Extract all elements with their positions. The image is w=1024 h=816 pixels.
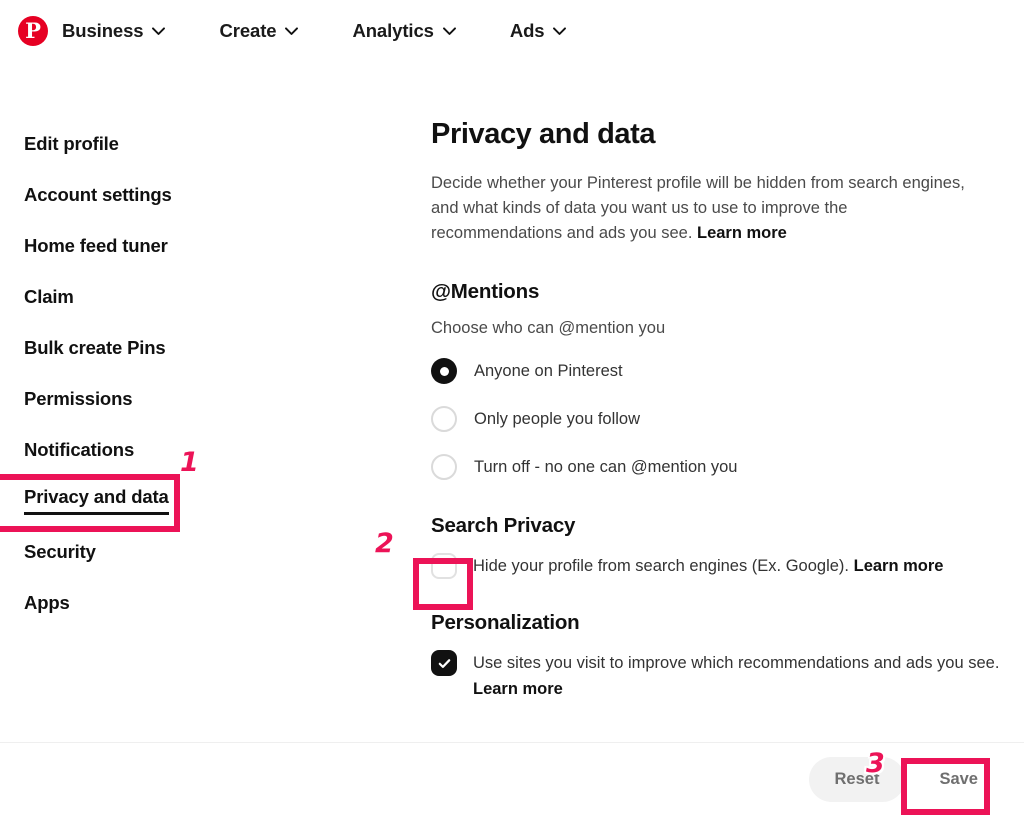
personalization-label: Use sites you visit to improve which rec… <box>473 650 1011 702</box>
sidebar-item-label: Apps <box>24 591 70 613</box>
mentions-option-only-people-you-follow[interactable]: Only people you follow <box>431 406 1011 432</box>
pinterest-settings-page: P Business Create Analytics Ads Edit pro… <box>0 0 1024 816</box>
personalization-label-text: Use sites you visit to improve which rec… <box>473 654 1000 672</box>
nav-item-analytics-label: Analytics <box>352 20 434 41</box>
search-privacy-row[interactable]: Hide your profile from search engines (E… <box>431 553 1011 579</box>
search-privacy-label: Hide your profile from search engines (E… <box>473 553 943 579</box>
radio-button-unselected[interactable] <box>431 454 457 480</box>
mentions-section-title: @Mentions <box>431 280 540 303</box>
search-privacy-section-title: Search Privacy <box>431 514 576 537</box>
mentions-option-anyone-on-pinterest[interactable]: Anyone on Pinterest <box>431 358 1011 384</box>
reset-button[interactable]: Reset <box>808 757 906 802</box>
nav-item-analytics[interactable]: Analytics <box>352 20 456 42</box>
checkmark-icon <box>438 658 450 668</box>
nav-item-business-label: Business <box>62 20 144 41</box>
sidebar-item-apps[interactable]: Apps <box>0 577 400 628</box>
sidebar-item-edit-profile[interactable]: Edit profile <box>0 118 400 169</box>
mentions-option-label: Only people you follow <box>474 409 641 428</box>
sidebar-item-privacy-and-data[interactable]: Privacy and data <box>0 475 400 526</box>
chevron-down-icon <box>285 26 299 36</box>
sidebar-item-label: Bulk create Pins <box>24 336 166 358</box>
learn-more-link[interactable]: Learn more <box>473 680 563 698</box>
settings-sidebar: Edit profile Account settings Home feed … <box>0 118 400 628</box>
personalization-section-title: Personalization <box>431 611 580 634</box>
sidebar-item-home-feed-tuner[interactable]: Home feed tuner <box>0 220 400 271</box>
sidebar-item-label: Claim <box>24 285 74 307</box>
learn-more-link[interactable]: Learn more <box>854 557 944 575</box>
sidebar-item-label: Permissions <box>24 387 133 409</box>
sidebar-item-label: Privacy and data <box>24 486 169 515</box>
nav-item-ads[interactable]: Ads <box>510 20 567 42</box>
search-privacy-section: Search Privacy Hide your profile from se… <box>431 514 1011 579</box>
nav-item-business[interactable]: Business <box>62 20 166 42</box>
sidebar-item-label: Notifications <box>24 438 135 460</box>
page-description: Decide whether your Pinterest profile wi… <box>431 171 976 246</box>
sidebar-item-label: Edit profile <box>24 132 119 154</box>
nav-item-ads-label: Ads <box>509 20 545 41</box>
learn-more-link[interactable]: Learn more <box>697 224 787 242</box>
sidebar-item-security[interactable]: Security <box>0 526 400 577</box>
sidebar-item-claim[interactable]: Claim <box>0 271 400 322</box>
nav-item-create-label: Create <box>219 20 277 41</box>
footer-action-bar: Reset Save <box>0 742 1024 816</box>
sidebar-item-bulk-create-pins[interactable]: Bulk create Pins <box>0 322 400 373</box>
radio-button-selected[interactable] <box>431 358 457 384</box>
mentions-section-subtitle: Choose who can @mention you <box>431 319 666 337</box>
sidebar-item-permissions[interactable]: Permissions <box>0 373 400 424</box>
chevron-down-icon <box>442 26 456 36</box>
personalization-section: Personalization Use sites you visit to i… <box>431 611 1011 702</box>
sidebar-item-label: Account settings <box>24 183 172 205</box>
chevron-down-icon <box>553 26 567 36</box>
save-button[interactable]: Save <box>917 757 1000 802</box>
personalization-checkbox[interactable] <box>431 650 457 676</box>
mentions-section: @Mentions Choose who can @mention you An… <box>431 280 1011 480</box>
mentions-option-label: Anyone on Pinterest <box>474 361 623 380</box>
settings-main-panel: Privacy and data Decide whether your Pin… <box>431 118 1011 702</box>
search-privacy-label-text: Hide your profile from search engines (E… <box>473 557 850 575</box>
pinterest-logo-letter: P <box>25 18 41 43</box>
chevron-down-icon <box>152 26 166 36</box>
sidebar-item-label: Home feed tuner <box>24 234 168 256</box>
radio-button-unselected[interactable] <box>431 406 457 432</box>
mentions-option-turn-off[interactable]: Turn off - no one can @mention you <box>431 454 1011 480</box>
personalization-row[interactable]: Use sites you visit to improve which rec… <box>431 650 1011 702</box>
sidebar-item-notifications[interactable]: Notifications <box>0 424 400 475</box>
page-title: Privacy and data <box>431 118 656 150</box>
search-privacy-checkbox[interactable] <box>431 553 457 579</box>
sidebar-item-account-settings[interactable]: Account settings <box>0 169 400 220</box>
nav-item-create[interactable]: Create <box>219 20 299 42</box>
pinterest-logo-icon[interactable]: P <box>18 16 48 46</box>
mentions-option-label: Turn off - no one can @mention you <box>474 457 738 476</box>
top-navigation-bar: P Business Create Analytics Ads <box>0 0 1024 62</box>
sidebar-item-label: Security <box>24 540 96 562</box>
